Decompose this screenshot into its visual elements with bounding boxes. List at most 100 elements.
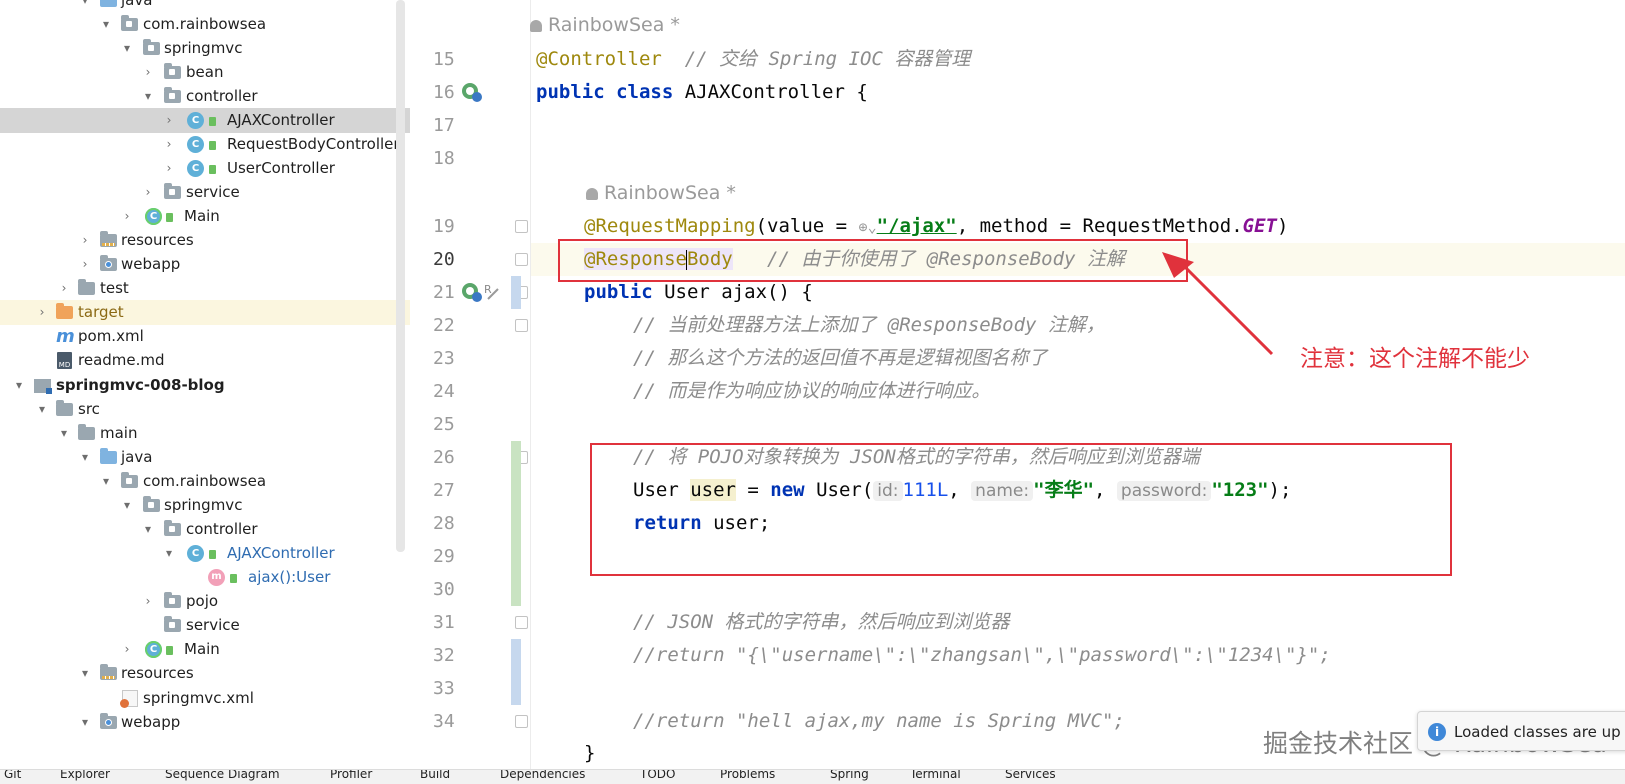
tab-profiler[interactable]: Profiler bbox=[330, 770, 372, 781]
tree-item-main-class[interactable]: › C Main bbox=[0, 637, 410, 662]
tab-todo[interactable]: TODO bbox=[640, 770, 675, 781]
line-number: 22 bbox=[433, 315, 455, 336]
tab-sequence-diagram[interactable]: Sequence Diagram bbox=[165, 770, 280, 781]
folder-icon bbox=[56, 303, 73, 319]
package-icon bbox=[164, 87, 181, 103]
tab-spring[interactable]: Spring bbox=[830, 770, 869, 781]
code-line-34[interactable]: //return "hell ajax,my name is Spring MV… bbox=[633, 705, 1125, 738]
tab-build[interactable]: Build bbox=[420, 770, 450, 781]
chevron-right-icon[interactable]: › bbox=[120, 637, 134, 662]
chevron-down-icon[interactable]: ▾ bbox=[99, 469, 113, 494]
globe-icon[interactable]: ⊕⌄ bbox=[859, 218, 877, 236]
chevron-down-icon[interactable]: ▾ bbox=[162, 541, 176, 566]
tree-item-springmvc[interactable]: ▾ springmvc bbox=[0, 493, 410, 518]
tab-terminal[interactable]: Terminal bbox=[910, 770, 961, 781]
tree-item-readme-md[interactable]: MD readme.md bbox=[0, 348, 410, 373]
chevron-down-icon[interactable]: ▾ bbox=[141, 517, 155, 542]
line-number: 24 bbox=[433, 381, 455, 402]
tree-item-springmvc-008-blog[interactable]: ▾ springmvc-008-blog bbox=[0, 373, 410, 398]
folder-icon bbox=[78, 279, 95, 295]
tab-services[interactable]: Services bbox=[1005, 770, 1056, 781]
tree-item-usercontroller[interactable]: › C UserController bbox=[0, 156, 410, 181]
tree-item-service[interactable]: › service bbox=[0, 180, 410, 205]
chevron-right-icon[interactable]: › bbox=[78, 252, 92, 277]
tree-item-resources[interactable]: › resources bbox=[0, 228, 410, 253]
chevron-down-icon[interactable]: ▾ bbox=[141, 84, 155, 109]
fold-marker-icon[interactable] bbox=[515, 715, 528, 728]
code-line-24[interactable]: // 而是作为响应协议的响应体进行响应。 bbox=[633, 375, 990, 408]
fold-marker-icon[interactable] bbox=[515, 253, 528, 266]
chevron-down-icon[interactable]: ▾ bbox=[120, 493, 134, 518]
chevron-right-icon[interactable]: › bbox=[57, 276, 71, 301]
vcs-changed-marker bbox=[511, 639, 521, 705]
tree-item-springmvc[interactable]: ▾ springmvc bbox=[0, 36, 410, 61]
author-hint[interactable]: RainbowSea * bbox=[586, 177, 736, 210]
chevron-down-icon[interactable]: ▾ bbox=[78, 710, 92, 735]
chevron-right-icon[interactable]: › bbox=[35, 300, 49, 325]
tree-item-webapp[interactable]: ▾ webapp bbox=[0, 710, 410, 735]
fold-marker-icon[interactable] bbox=[515, 319, 528, 332]
chevron-down-icon[interactable]: ▾ bbox=[78, 445, 92, 470]
chevron-right-icon[interactable]: › bbox=[162, 132, 176, 157]
code-line-23[interactable]: // 那么这个方法的返回值不再是逻辑视图名称了 bbox=[633, 342, 1047, 375]
fold-marker-icon[interactable] bbox=[515, 616, 528, 629]
tree-item-test[interactable]: › test bbox=[0, 276, 410, 301]
chevron-down-icon[interactable]: ▾ bbox=[35, 397, 49, 422]
code-line-16[interactable]: public class AJAXController { bbox=[536, 76, 868, 109]
spring-request-mapping-icon[interactable]: R bbox=[460, 281, 500, 303]
chevron-down-icon[interactable]: ▾ bbox=[120, 36, 134, 61]
tree-item-target[interactable]: › target bbox=[0, 300, 410, 325]
code-line-32[interactable]: //return "{\"username\":\"zhangsan\",\"p… bbox=[633, 639, 1331, 672]
chevron-right-icon[interactable]: › bbox=[141, 180, 155, 205]
chevron-right-icon[interactable]: › bbox=[141, 60, 155, 85]
tree-item-pojo[interactable]: › pojo bbox=[0, 589, 410, 614]
tree-item-ajax-method[interactable]: m ajax():User bbox=[0, 565, 410, 590]
spring-bean-icon[interactable] bbox=[460, 81, 484, 103]
chevron-right-icon[interactable]: › bbox=[78, 228, 92, 253]
tree-item-java[interactable]: ▾ java bbox=[0, 445, 410, 470]
code-line-15[interactable]: @Controller // 交给 Spring IOC 容器管理 bbox=[536, 43, 970, 76]
tree-item-pom-xml[interactable]: m pom.xml bbox=[0, 324, 410, 349]
tree-item-src[interactable]: ▾ src bbox=[0, 397, 410, 422]
code-line-22[interactable]: // 当前处理器方法上添加了 @ResponseBody 注解， bbox=[633, 309, 1105, 342]
code-line-31[interactable]: // JSON 格式的字符串，然后响应到浏览器 bbox=[633, 606, 1010, 639]
resources-folder-icon bbox=[100, 664, 117, 680]
chevron-right-icon[interactable]: › bbox=[141, 589, 155, 614]
package-icon bbox=[121, 15, 138, 31]
tree-item-controller[interactable]: ▾ controller bbox=[0, 84, 410, 109]
tree-item-webapp[interactable]: › webapp bbox=[0, 252, 410, 277]
chevron-down-icon[interactable]: ▾ bbox=[99, 12, 113, 37]
tree-item-requestbodycontroller[interactable]: › C RequestBodyController bbox=[0, 132, 410, 157]
lock-icon bbox=[209, 141, 216, 150]
lock-icon bbox=[209, 117, 216, 126]
chevron-down-icon[interactable]: ▾ bbox=[57, 421, 71, 446]
chevron-right-icon[interactable]: › bbox=[120, 204, 134, 229]
tree-item-ajaxcontroller[interactable]: › C AJAXController bbox=[0, 108, 410, 133]
xml-file-icon bbox=[120, 690, 138, 708]
tree-item-main[interactable]: ▾ main bbox=[0, 421, 410, 446]
tree-item-controller[interactable]: ▾ controller bbox=[0, 517, 410, 542]
chevron-down-icon[interactable]: ▾ bbox=[12, 373, 26, 398]
tree-item-resources[interactable]: ▾ resources bbox=[0, 661, 410, 686]
chevron-down-icon[interactable]: ▾ bbox=[78, 661, 92, 686]
notification-toast[interactable]: i Loaded classes are up t bbox=[1417, 711, 1625, 751]
tree-item-com-rainbowsea[interactable]: ▾ com.rainbowsea bbox=[0, 469, 410, 494]
line-number: 32 bbox=[433, 645, 455, 666]
tree-item-ajaxcontroller[interactable]: ▾ C AJAXController bbox=[0, 541, 410, 566]
author-hint[interactable]: RainbowSea * bbox=[530, 9, 680, 42]
tree-item-service[interactable]: service bbox=[0, 613, 410, 638]
package-icon bbox=[164, 183, 181, 199]
tab-dependencies[interactable]: Dependencies bbox=[500, 770, 585, 781]
code-line-35[interactable]: } bbox=[584, 737, 595, 770]
fold-marker-icon[interactable] bbox=[515, 220, 528, 233]
tree-item-main-class[interactable]: › C Main bbox=[0, 204, 410, 229]
chevron-right-icon[interactable]: › bbox=[162, 108, 176, 133]
tab-explorer[interactable]: Explorer bbox=[60, 770, 110, 781]
tree-item-com-rainbowsea[interactable]: ▾ com.rainbowsea bbox=[0, 12, 410, 37]
tab-git[interactable]: Git bbox=[4, 770, 21, 781]
tree-item-springmvc-xml[interactable]: springmvc.xml bbox=[0, 686, 410, 711]
tree-scrollbar[interactable] bbox=[396, 0, 405, 552]
tab-problems[interactable]: Problems bbox=[720, 770, 775, 781]
tree-item-bean[interactable]: › bean bbox=[0, 60, 410, 85]
chevron-right-icon[interactable]: › bbox=[162, 156, 176, 181]
